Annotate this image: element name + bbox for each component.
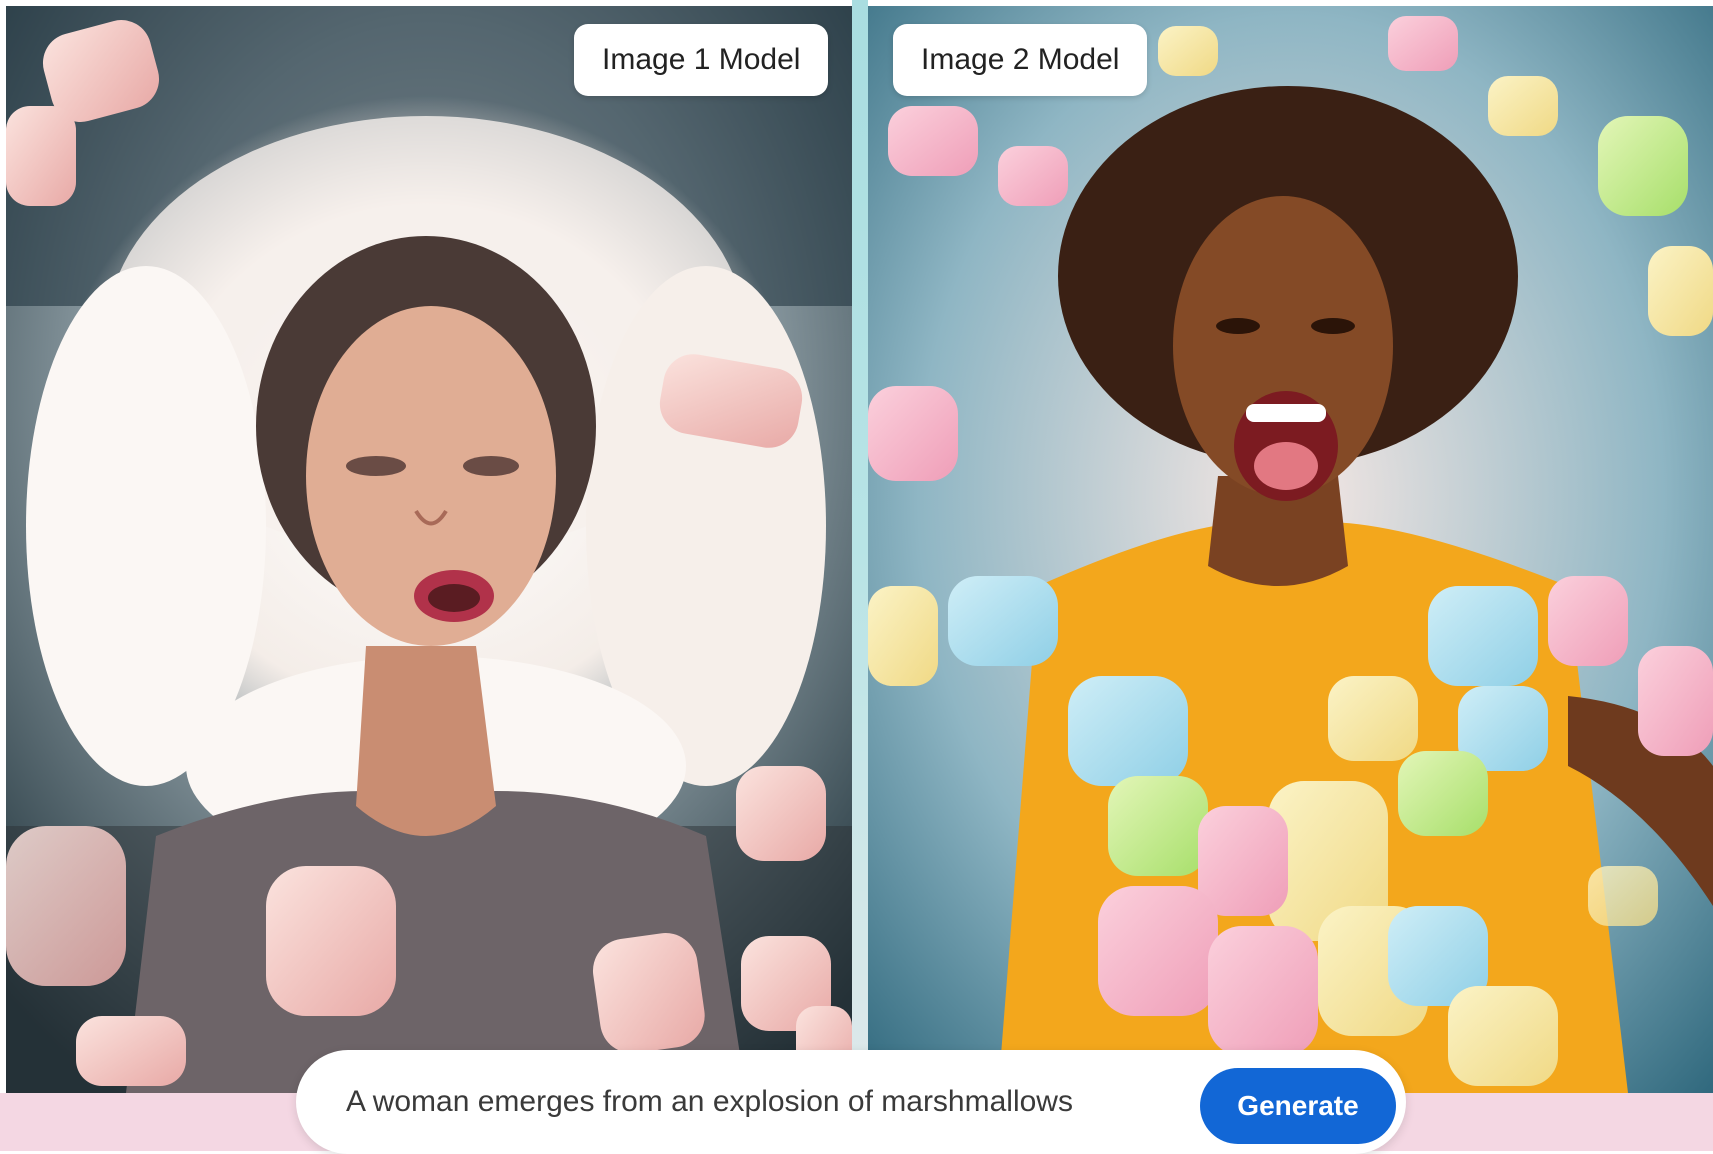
image-2-panel [868, 6, 1713, 1093]
image-1-model-label: Image 1 Model [574, 24, 829, 96]
panel-divider [852, 0, 868, 1093]
image-2-model-label: Image 2 Model [893, 24, 1148, 96]
image-1-illustration [6, 6, 852, 1093]
image-2-illustration [868, 6, 1713, 1093]
generate-button[interactable]: Generate [1200, 1068, 1396, 1144]
prompt-input[interactable]: A woman emerges from an explosion of mar… [346, 1050, 1073, 1154]
prompt-bar[interactable]: A woman emerges from an explosion of mar… [296, 1050, 1406, 1154]
image-1-panel [6, 6, 852, 1093]
